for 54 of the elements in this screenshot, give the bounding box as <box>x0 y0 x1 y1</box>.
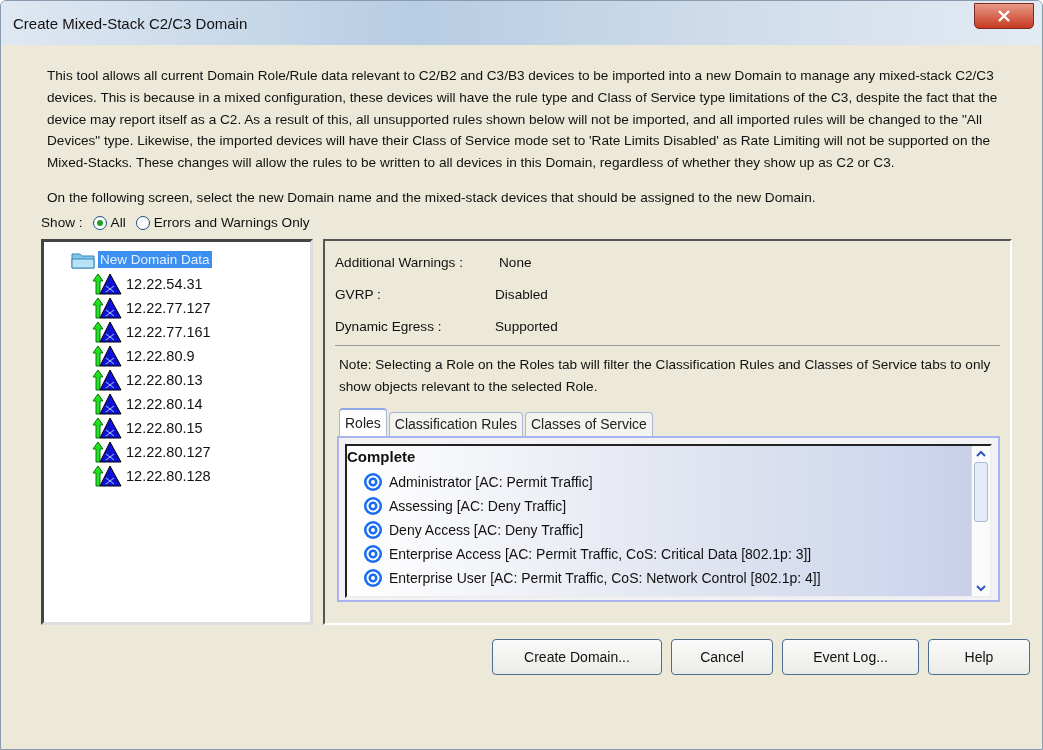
role-icon <box>363 568 383 588</box>
radio-option[interactable]: Errors and Warnings Only <box>135 215 310 231</box>
tree-item[interactable]: 12.22.80.15 <box>124 419 205 437</box>
tab[interactable]: Classes of Service <box>524 412 653 436</box>
scroll-thumb[interactable] <box>974 462 988 522</box>
device-icon <box>92 441 122 463</box>
show-label: Show : <box>41 215 83 231</box>
dialog-button[interactable]: Cancel <box>671 639 773 675</box>
role-item[interactable]: Assessing [AC: Deny Traffic] <box>389 498 567 514</box>
close-icon <box>997 10 1011 22</box>
close-button[interactable] <box>974 3 1034 29</box>
role-icon <box>363 472 383 492</box>
tab[interactable]: Classification Rules <box>388 412 523 436</box>
role-item[interactable]: Enterprise Access [AC: Permit Traffic, CoS: Critical Data [802.1p: 3]] <box>389 546 812 562</box>
tree-item[interactable]: 12.22.80.13 <box>124 371 205 389</box>
role-item[interactable]: Deny Access [AC: Deny Traffic] <box>389 522 584 538</box>
detail-label: Dynamic Egress : <box>335 319 443 334</box>
role-icon <box>363 544 383 564</box>
device-icon <box>92 465 122 487</box>
tree-item[interactable]: 12.22.80.128 <box>124 467 213 485</box>
device-icon <box>92 417 122 439</box>
detail-label: Additional Warnings : <box>335 255 464 270</box>
dialog-button[interactable]: Help <box>928 639 1030 675</box>
folder-icon <box>70 250 96 270</box>
description-text: This tool allows all current Domain Role/Rule data relevant to C2/B2 and C3/B3 devices to be imported into a new Domain to manage any mixed-stack C2/C3 devices. This is because in a mixed configuration, these devices will have the rule type and Class of Service type limitations of the C3, despite the fact that the device may report itself as a C2. As a result of this, all unsupported rules shown below will not be imported, and all imported rules will be changed to the "All Devices" type. Likewise, the imported devices will have their Class of Service mode set to 'Rate Limits Disabled' as Rate Limiting will not be supported on the Mixed-Stacks. These changes will allow the rules to be written to all devices in this Domain, regardless of whether they show up as C2 or C3. <box>47 67 999 173</box>
detail-value: Disabled <box>495 287 548 302</box>
device-icon <box>92 297 122 319</box>
role-item[interactable]: Administrator [AC: Permit Traffic] <box>389 474 593 490</box>
device-icon <box>92 321 122 343</box>
note-text: Note: Selecting a Role on the Roles tab will filter the Classification Rules and Classes of Service tabs to only show objects relevant to the selected Role. <box>339 356 992 396</box>
dialog-button[interactable]: Create Domain... <box>492 639 662 675</box>
scrollbar[interactable] <box>971 446 990 596</box>
radio-option[interactable]: All <box>92 215 126 231</box>
tree-item[interactable]: 12.22.54.31 <box>124 275 205 293</box>
tab[interactable]: Roles <box>339 408 387 436</box>
instruction-text: On the following screen, select the new Domain name and the mixed-stack devices that should be assigned to the new Domain. <box>47 190 817 205</box>
tree-item[interactable]: 12.22.80.127 <box>124 443 213 461</box>
tree-item[interactable]: 12.22.80.9 <box>124 347 197 365</box>
window-title: Create Mixed-Stack C2/C3 Domain <box>13 14 248 32</box>
detail-label: GVRP : <box>335 287 382 302</box>
role-item[interactable]: Enterprise User [AC: Permit Traffic, CoS: Network Control [802.1p: 4]] <box>389 570 821 586</box>
role-icon <box>363 496 383 516</box>
detail-value: None <box>499 255 532 270</box>
tree-item[interactable]: 12.22.80.14 <box>124 395 205 413</box>
device-icon <box>92 345 122 367</box>
device-icon <box>92 273 122 295</box>
dialog-button[interactable]: Event Log... <box>782 639 919 675</box>
device-icon <box>92 393 122 415</box>
role-icon <box>363 520 383 540</box>
detail-value: Supported <box>495 319 558 334</box>
tree-item[interactable]: 12.22.77.127 <box>124 299 213 317</box>
list-heading: Complete <box>347 448 417 467</box>
device-icon <box>92 369 122 391</box>
tree-item[interactable]: 12.22.77.161 <box>124 323 213 341</box>
